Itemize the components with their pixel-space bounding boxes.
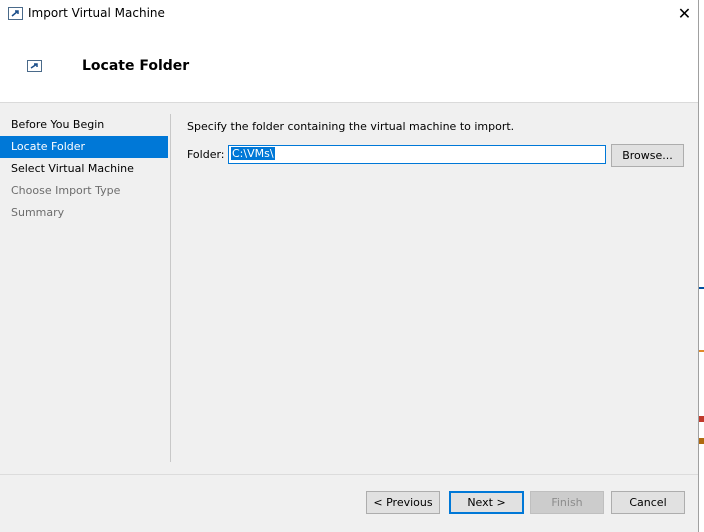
nav-step-choose-import-type: Choose Import Type [11,184,121,197]
footer-divider [0,474,698,475]
nav-step-locate-folder[interactable]: Locate Folder [0,136,168,158]
instruction-text: Specify the folder containing the virtua… [187,120,515,133]
folder-path-input[interactable]: C:\VMs\ [228,145,606,164]
window-title: Import Virtual Machine [28,6,165,20]
nav-step-before-you-begin[interactable]: Before You Begin [0,114,170,136]
browse-button[interactable]: Browse... [611,144,684,167]
cancel-button[interactable]: Cancel [611,491,685,514]
page-title: Locate Folder [82,58,190,74]
import-vm-icon [27,60,42,72]
nav-step-select-virtual-machine[interactable]: Select Virtual Machine [0,158,170,180]
nav-step-summary: Summary [11,206,65,219]
nav-divider [170,114,171,462]
import-vm-icon [8,7,23,20]
wizard-header: Locate Folder [0,28,698,103]
close-icon[interactable]: ✕ [671,0,698,28]
folder-label: Folder: [187,148,225,161]
finish-button: Finish [530,491,604,514]
folder-path-value: C:\VMs\ [231,147,275,160]
import-vm-dialog: Import Virtual Machine ✕ Locate Folder B… [0,0,699,532]
title-bar: Import Virtual Machine ✕ [0,0,698,28]
previous-button[interactable]: < Previous [366,491,440,514]
next-button[interactable]: Next > [449,491,524,514]
wizard-step-nav: Before You Begin Locate Folder Select Vi… [0,114,170,224]
